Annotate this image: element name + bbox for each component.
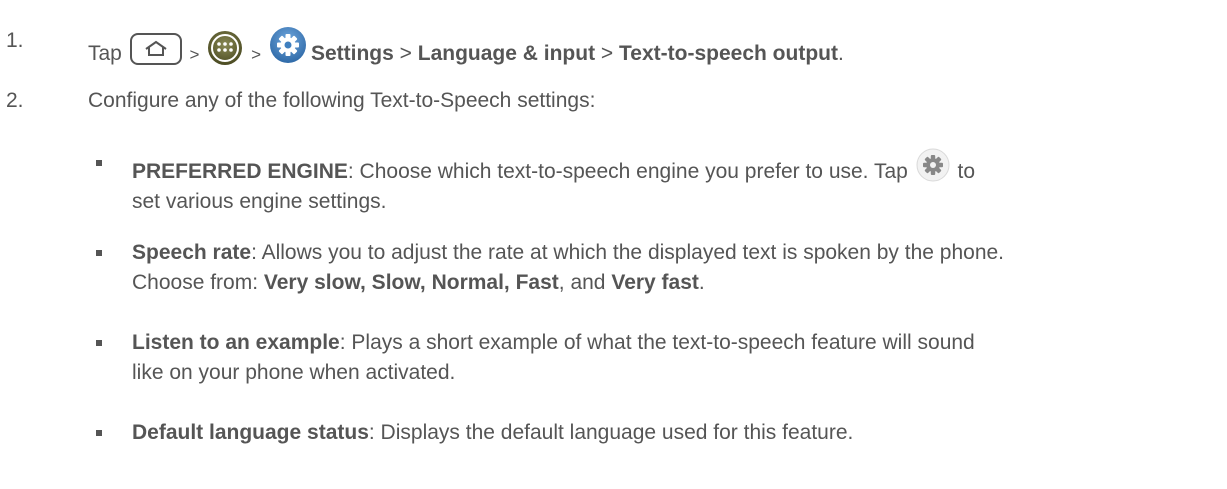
step-2-number: 2. bbox=[6, 89, 24, 112]
step-1-text: Tap > > Settings > Language & input > Te… bbox=[88, 26, 844, 70]
bullet-text: PREFERRED ENGINE: Choose which text-to-s… bbox=[132, 148, 1222, 217]
bullet-description: : Choose which text-to-speech engine you… bbox=[347, 160, 908, 183]
step-1-number: 1. bbox=[6, 29, 24, 52]
speech-rate-options: Very slow, Slow, Normal, Fast bbox=[263, 271, 559, 294]
tap-label: Tap bbox=[88, 42, 122, 65]
engine-settings-gear-icon bbox=[916, 148, 950, 182]
bullet-mark bbox=[96, 340, 102, 346]
bullet-term: Speech rate bbox=[132, 241, 252, 264]
separator: > bbox=[251, 45, 262, 64]
choose-from-label: Choose from: bbox=[132, 271, 259, 294]
bullet-term: PREFERRED ENGINE bbox=[132, 160, 348, 183]
bullet-text: Default language status: Displays the de… bbox=[132, 418, 1222, 448]
bullet-mark bbox=[96, 430, 102, 436]
separator: > bbox=[399, 42, 412, 65]
step-2-text: Configure any of the following Text-to-S… bbox=[88, 89, 596, 112]
bullet-text: Speech rate: Allows you to adjust the ra… bbox=[132, 238, 1222, 298]
bullet-text: Listen to an example: Plays a short exam… bbox=[132, 328, 1222, 388]
bullet-description-line2: set various engine settings. bbox=[132, 190, 387, 213]
tts-output-label: Text-to-speech output bbox=[619, 42, 838, 65]
home-key-icon bbox=[129, 33, 182, 65]
bullet-description-line2: like on your phone when activated. bbox=[132, 361, 456, 384]
bullet-description: : Allows you to adjust the rate at which… bbox=[251, 241, 1005, 264]
bullet-mark bbox=[96, 160, 102, 166]
speech-rate-last-option: Very fast bbox=[611, 271, 699, 294]
settings-label: Settings bbox=[310, 42, 394, 65]
bullet-description: : Displays the default language used for… bbox=[368, 421, 854, 444]
bullet-mark bbox=[96, 250, 102, 256]
language-input-label: Language & input bbox=[417, 42, 596, 65]
separator: > bbox=[189, 45, 200, 64]
bullet-term: Listen to an example bbox=[132, 331, 340, 354]
bullet-description: : Plays a short example of what the text… bbox=[339, 331, 975, 354]
settings-gear-icon bbox=[269, 26, 307, 64]
and-label: , and bbox=[558, 271, 606, 294]
period: . bbox=[698, 271, 705, 294]
bullet-term: Default language status bbox=[132, 421, 369, 444]
apps-icon bbox=[207, 30, 243, 66]
separator: > bbox=[600, 42, 614, 65]
bullet-description-cont: to bbox=[957, 160, 976, 183]
period: . bbox=[837, 42, 844, 65]
